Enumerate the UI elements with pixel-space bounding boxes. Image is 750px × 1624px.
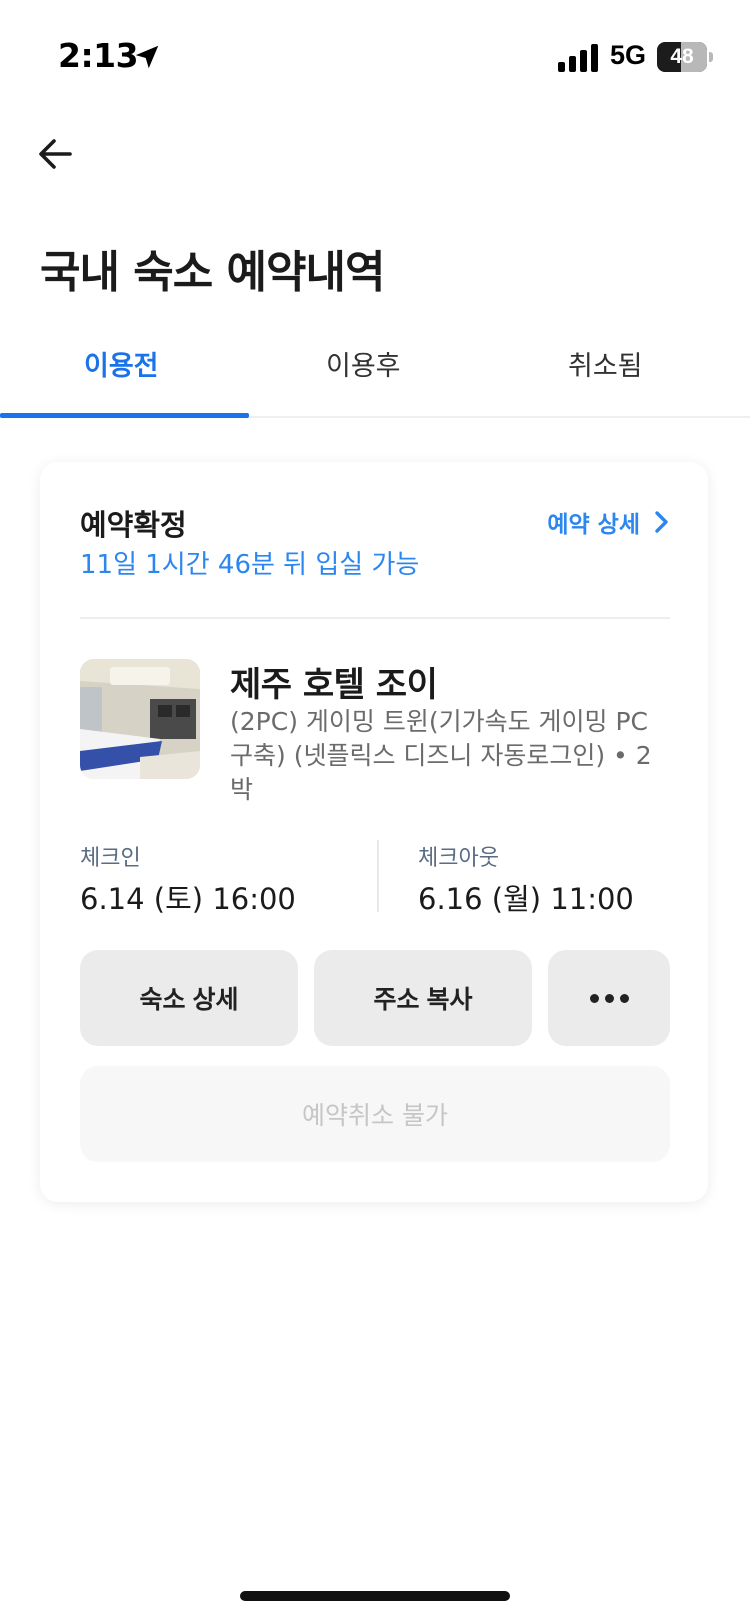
copy-address-button[interactable]: 주소 복사	[314, 950, 532, 1046]
active-tab-indicator	[0, 413, 249, 418]
more-options-button[interactable]	[548, 950, 670, 1046]
status-bar: 2:13 5G 48	[0, 0, 750, 110]
more-dots-icon	[589, 993, 629, 1003]
cellular-signal-icon	[558, 44, 598, 72]
reservation-detail-label: 예약 상세	[547, 512, 640, 538]
battery-icon: 48	[657, 42, 713, 72]
checkin-label: 체크인	[80, 846, 141, 871]
location-arrow-icon	[135, 45, 159, 69]
page-title: 국내 숙소 예약내역	[40, 247, 385, 298]
chevron-right-icon	[655, 511, 668, 533]
reservation-status: 예약확정	[80, 508, 187, 542]
checkout-value: 6.16 (월) 11:00	[418, 882, 634, 916]
checkin-countdown: 11일 1시간 46분 뒤 입실 가능	[80, 550, 420, 580]
status-time: 2:13	[58, 36, 139, 75]
hotel-room-image	[80, 659, 200, 779]
checkin-divider	[377, 840, 379, 912]
reservation-detail-link[interactable]: 예약 상세	[547, 504, 672, 540]
reservation-tabs: 이용전 이용후 취소됨	[0, 330, 750, 418]
network-type: 5G	[610, 40, 647, 70]
home-indicator	[240, 1591, 510, 1601]
room-description: (2PC) 게이밍 트윈(기가속도 게이밍 PC 구축) (넷플릭스 디즈니 자…	[230, 707, 652, 804]
hotel-name: 제주 호텔 조이	[230, 665, 438, 705]
reservation-card: 예약확정 11일 1시간 46분 뒤 입실 가능 예약 상세 제주 호텔 조이 …	[40, 462, 708, 1202]
hotel-detail-button[interactable]: 숙소 상세	[80, 950, 298, 1046]
cancel-reservation-button: 예약취소 불가	[80, 1066, 670, 1162]
back-arrow-icon[interactable]	[36, 134, 76, 174]
tab-before-use[interactable]: 이용전	[84, 344, 159, 383]
tab-after-use[interactable]: 이용후	[326, 344, 401, 383]
checkin-value: 6.14 (토) 16:00	[80, 882, 296, 916]
tab-cancelled[interactable]: 취소됨	[568, 344, 643, 383]
battery-level: 48	[670, 45, 694, 68]
card-divider	[80, 617, 670, 619]
checkout-label: 체크아웃	[418, 846, 499, 871]
